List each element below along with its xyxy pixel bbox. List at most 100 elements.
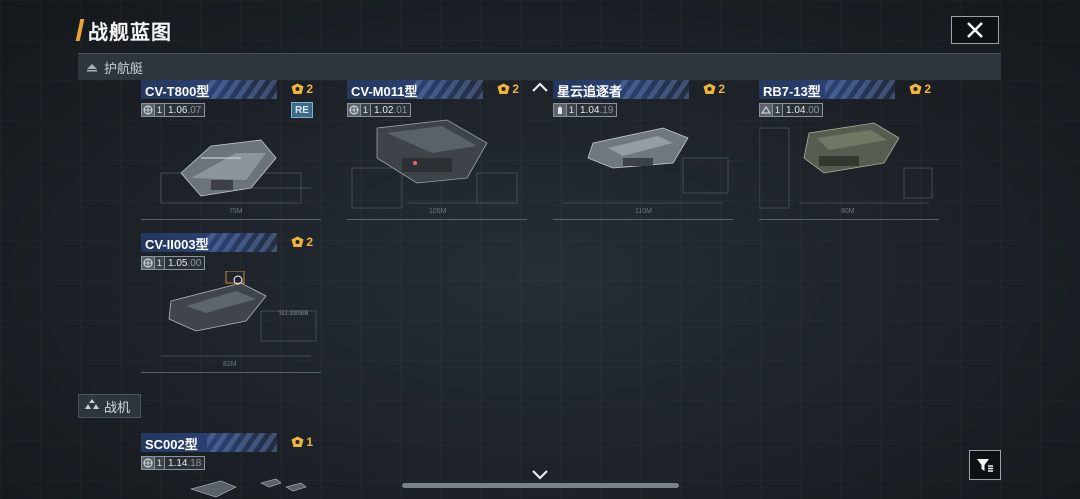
rank-badge-icon bbox=[703, 83, 716, 94]
version-suffix: .19 bbox=[599, 104, 614, 116]
faction-icon bbox=[553, 103, 567, 117]
globe-icon bbox=[347, 103, 361, 117]
version-main: 1.06 bbox=[168, 104, 188, 116]
chevron-up-icon bbox=[532, 82, 548, 92]
filter-button[interactable] bbox=[969, 450, 1001, 480]
version-main: 1.14 bbox=[168, 457, 188, 469]
card-baseline bbox=[759, 219, 939, 220]
version-number: 1.14.18 bbox=[165, 456, 206, 470]
card-baseline bbox=[553, 219, 733, 220]
rank-badge: 2 bbox=[291, 82, 313, 96]
globe-icon bbox=[141, 456, 155, 470]
ship-length: 75M bbox=[229, 208, 243, 215]
version-suffix: .07 bbox=[187, 104, 202, 116]
rank-badge-icon bbox=[291, 436, 304, 447]
version-suffix: .00 bbox=[187, 257, 202, 269]
rank-value: 2 bbox=[924, 82, 931, 96]
version-main: 1.04 bbox=[786, 104, 806, 116]
page-header: 战舰蓝图 bbox=[75, 16, 172, 44]
tier-value: 1 bbox=[155, 256, 165, 270]
ship-card-rb7-13[interactable]: RB7-13型 2 1 1.04.00 80M bbox=[759, 80, 939, 220]
rank-badge: 2 bbox=[291, 235, 313, 249]
section-label-escort: 护航艇 bbox=[104, 60, 144, 76]
chevron-down-icon bbox=[532, 470, 548, 480]
rank-badge-icon bbox=[291, 83, 304, 94]
rank-badge: 2 bbox=[497, 82, 519, 96]
globe-icon bbox=[141, 103, 155, 117]
section-label-fighter: 战机 bbox=[104, 399, 131, 415]
ship-model bbox=[803, 122, 900, 174]
ship-model bbox=[168, 275, 267, 332]
card-header: CV-T800型 bbox=[141, 80, 277, 99]
filter-icon bbox=[977, 459, 993, 472]
ship-name: SC002型 bbox=[145, 437, 198, 452]
version-row: 1 1.02.01 bbox=[347, 103, 412, 117]
card-baseline bbox=[141, 372, 321, 373]
scrollbar[interactable] bbox=[402, 483, 679, 488]
ship-card-cv-t800[interactable]: CV-T800型 2 1 1.06.07 RE 75M bbox=[141, 80, 321, 220]
ship-model bbox=[376, 119, 488, 184]
version-row: 1 1.14.18 bbox=[141, 456, 206, 470]
faction-icon bbox=[759, 103, 773, 117]
fighter-model bbox=[189, 478, 307, 498]
ship-length: 105M bbox=[429, 208, 447, 215]
section-header-escort[interactable]: 护航艇 bbox=[78, 53, 1001, 80]
version-number: 1.06.07 bbox=[165, 103, 206, 117]
version-main: 1.04 bbox=[580, 104, 600, 116]
card-header: CV-II003型 bbox=[141, 233, 277, 252]
card-baseline bbox=[141, 219, 321, 220]
ship-card-cv-ii003[interactable]: CV-II003型 2 1 1.05.00 SU-3305/B 82M bbox=[141, 233, 321, 373]
ship-name: RB7-13型 bbox=[763, 84, 821, 99]
rank-badge-icon bbox=[909, 83, 922, 94]
rank-value: 2 bbox=[718, 82, 725, 96]
card-header: SC002型 bbox=[141, 433, 277, 452]
tier-value: 1 bbox=[773, 103, 783, 117]
rank-badge: 1 bbox=[291, 435, 313, 449]
version-main: 1.05 bbox=[168, 257, 188, 269]
ship-schematic: 75M bbox=[160, 139, 311, 215]
ship-card-nebula-chaser[interactable]: 星云追逐者 2 1 1.04.19 110M bbox=[553, 80, 733, 220]
tier-value: 1 bbox=[155, 456, 165, 470]
ship-schematic: SU-3305/B 82M bbox=[161, 271, 317, 368]
ship-schematic: 105M bbox=[351, 119, 518, 215]
rank-badge: 2 bbox=[909, 82, 931, 96]
version-row: 1 1.04.19 bbox=[553, 103, 618, 117]
version-main: 1.02 bbox=[374, 104, 394, 116]
rank-badge-icon bbox=[497, 83, 510, 94]
ship-model bbox=[587, 127, 689, 169]
version-number: 1.02.01 bbox=[371, 103, 412, 117]
close-button[interactable] bbox=[951, 16, 999, 44]
version-row: 1 1.06.07 bbox=[141, 103, 206, 117]
version-number: 1.04.19 bbox=[577, 103, 618, 117]
version-suffix: .00 bbox=[805, 104, 820, 116]
globe-icon bbox=[141, 256, 155, 270]
card-header: CV-M011型 bbox=[347, 80, 483, 99]
tier-value: 1 bbox=[155, 103, 165, 117]
ship-card-sc002[interactable]: SC002型 1 1 1.14.18 bbox=[141, 433, 321, 499]
version-row: 1 1.04.00 bbox=[759, 103, 824, 117]
scroll-up-button[interactable] bbox=[531, 80, 549, 98]
version-suffix: .01 bbox=[393, 104, 408, 116]
ship-card-cv-m011[interactable]: CV-M011型 2 1 1.02.01 105M bbox=[347, 80, 527, 220]
version-number: 1.05.00 bbox=[165, 256, 206, 270]
re-tag: RE bbox=[291, 102, 313, 118]
escort-ship-icon bbox=[86, 62, 98, 72]
ship-length: 82M bbox=[223, 361, 237, 368]
rank-value: 1 bbox=[306, 435, 313, 449]
card-header: RB7-13型 bbox=[759, 80, 895, 99]
section-header-fighter[interactable]: 战机 bbox=[78, 394, 142, 418]
ship-name: CV-II003型 bbox=[145, 237, 209, 252]
card-header: 星云追逐者 bbox=[553, 80, 689, 99]
rank-value: 2 bbox=[306, 82, 313, 96]
close-icon bbox=[967, 22, 983, 38]
rank-value: 2 bbox=[512, 82, 519, 96]
ship-schematic: 80M bbox=[759, 122, 933, 215]
version-row: 1 1.05.00 bbox=[141, 256, 206, 270]
page-title: 战舰蓝图 bbox=[88, 21, 172, 44]
tier-value: 1 bbox=[567, 103, 577, 117]
tier-value: 1 bbox=[361, 103, 371, 117]
version-suffix: .18 bbox=[187, 457, 202, 469]
ship-name: CV-T800型 bbox=[145, 84, 210, 99]
ship-code: SU-3305/B bbox=[279, 311, 308, 317]
ship-name: 星云追逐者 bbox=[557, 84, 623, 99]
